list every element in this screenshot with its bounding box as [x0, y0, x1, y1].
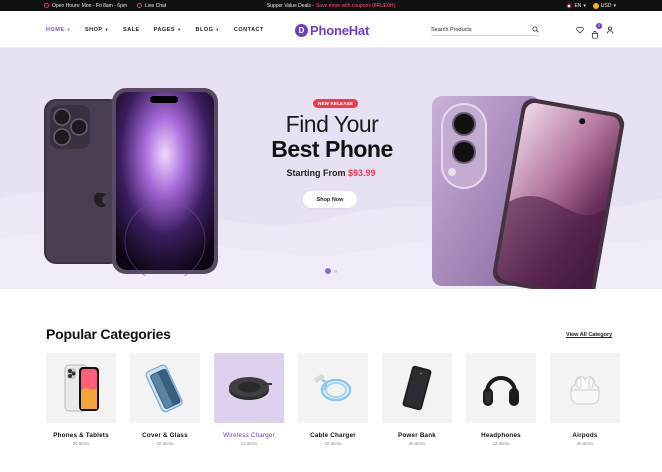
- category-card-headphones[interactable]: Headphones 13 Items: [466, 353, 536, 446]
- top-bar-right: EN ▾ USD ▾: [566, 0, 616, 11]
- category-thumb: [130, 353, 200, 423]
- nav-item-label: SHOP: [84, 26, 103, 33]
- flag-icon: [566, 2, 573, 9]
- logo-mark: D: [295, 23, 308, 37]
- category-thumb: [214, 353, 284, 423]
- category-thumb: [550, 353, 620, 423]
- slider-dot[interactable]: [334, 269, 337, 273]
- category-card-airpods[interactable]: Airpods 25 Items: [550, 353, 620, 446]
- category-count: 13 Items: [492, 441, 510, 446]
- cable-icon: [314, 374, 352, 402]
- power-bank-icon: [402, 365, 432, 411]
- category-card-cable-charger[interactable]: Cable Charger 25 Items: [298, 353, 368, 446]
- category-thumb: [298, 353, 368, 423]
- hero-title-line1: Find Your: [285, 111, 379, 137]
- cart-icon: [591, 31, 599, 39]
- cart-count-badge: 2: [596, 23, 602, 29]
- category-card-power-bank[interactable]: Power Bank 25 Items: [382, 353, 452, 446]
- category-card-phones[interactable]: Phones & Tablets 30 Items: [46, 353, 116, 446]
- search-bar: [431, 24, 539, 36]
- starting-label: Starting From: [286, 168, 348, 178]
- category-name: Wireless Charger: [223, 432, 275, 439]
- promo-coupon-link[interactable]: Save more with coupons (8RUE0H): [316, 3, 395, 9]
- glass-cover-icon: [145, 364, 183, 413]
- chevron-down-icon: ▼: [66, 27, 71, 32]
- category-name: Phones & Tablets: [53, 432, 109, 439]
- logo-text: PhoneHat: [310, 22, 370, 38]
- nav-item-contact[interactable]: CONTACT: [234, 27, 264, 33]
- category-list: Phones & Tablets 30 Items Cover & Glass …: [46, 353, 620, 446]
- headphones-icon: [483, 376, 519, 406]
- slider-dots: [325, 268, 337, 274]
- chevron-down-icon: ▼: [177, 27, 182, 32]
- language-selector[interactable]: EN ▾: [566, 2, 586, 9]
- nav-item-home[interactable]: HOME ▼: [46, 27, 71, 33]
- currency-label: USD: [600, 2, 612, 9]
- search-icon[interactable]: [532, 26, 539, 33]
- nav-menu: HOME ▼ SHOP ▼ SALE PAGES ▼ BLOG ▼ CONTACT: [46, 11, 264, 48]
- currency-selector[interactable]: USD ▾: [592, 2, 616, 9]
- search-input[interactable]: [431, 26, 521, 33]
- phone-icon: [64, 364, 99, 412]
- category-count: 25 Items: [408, 441, 426, 446]
- chevron-down-icon: ▾: [583, 2, 586, 9]
- nav-item-blog[interactable]: BLOG ▼: [196, 27, 220, 33]
- coin-icon: [592, 2, 599, 9]
- category-count: 25 Items: [324, 441, 342, 446]
- category-card-cover-glass[interactable]: Cover & Glass 25 Items: [130, 353, 200, 446]
- cart-button[interactable]: 2: [591, 23, 602, 39]
- nav-item-label: SALE: [123, 26, 140, 33]
- category-thumb: [466, 353, 536, 423]
- oppo-phone-image: [432, 96, 625, 289]
- category-name: Cover & Glass: [142, 432, 188, 439]
- starting-price-value: $93.99: [347, 168, 376, 178]
- airpods-icon: [570, 376, 600, 405]
- category-name: Cable Charger: [310, 432, 356, 439]
- top-bar: Open Hours: Mon - Fri 8am - 6pm Live Cha…: [0, 0, 662, 11]
- hero-title-line2: Best Phone: [271, 136, 393, 162]
- category-thumb: [382, 353, 452, 423]
- site-logo[interactable]: D PhoneHat: [295, 21, 369, 39]
- chevron-down-icon: ▼: [104, 27, 110, 32]
- chevron-down-icon: ▼: [215, 27, 220, 32]
- nav-item-label: CONTACT: [233, 26, 264, 33]
- category-thumb: [46, 353, 116, 423]
- category-name: Headphones: [481, 432, 521, 439]
- user-icon[interactable]: [606, 26, 614, 34]
- category-count: 25 Items: [156, 441, 174, 446]
- iphone-front-image: [112, 88, 218, 276]
- category-count: 25 Items: [576, 441, 594, 446]
- hero-banner: NEW RELEASE Find Your Best Phone Startin…: [0, 48, 662, 289]
- nav-item-pages[interactable]: PAGES ▼: [154, 27, 182, 33]
- category-count: 13 Items: [240, 441, 258, 446]
- hero-starting-price: Starting From $93.99: [260, 168, 402, 178]
- nav-item-shop[interactable]: SHOP ▼: [85, 27, 109, 33]
- nav-item-label: HOME: [46, 26, 65, 33]
- section-title: Popular Categories: [46, 326, 171, 342]
- heart-icon[interactable]: [576, 26, 584, 34]
- slider-dot-active[interactable]: [325, 268, 331, 274]
- promo-banner: Supper Value Deals - Save more with coup…: [0, 0, 662, 11]
- promo-text: Supper Value Deals -: [266, 2, 314, 9]
- shop-now-button[interactable]: Shop Now: [303, 191, 357, 208]
- wireless-charger-icon: [229, 377, 272, 400]
- nav-item-label: PAGES: [153, 26, 176, 33]
- nav-item-label: BLOG: [195, 26, 214, 33]
- language-label: EN: [574, 2, 582, 9]
- view-all-category-link[interactable]: View All Category: [566, 332, 612, 338]
- chevron-down-icon: ▾: [613, 2, 616, 9]
- nav-icons: 2: [576, 23, 614, 39]
- category-name: Power Bank: [397, 432, 437, 439]
- new-release-badge: NEW RELEASE: [313, 99, 359, 108]
- category-count: 30 Items: [72, 441, 90, 446]
- nav-item-sale[interactable]: SALE: [123, 27, 140, 33]
- category-card-wireless-charger[interactable]: Wireless Charger 13 Items: [214, 353, 284, 446]
- category-name: Airpods: [572, 432, 598, 439]
- main-nav: HOME ▼ SHOP ▼ SALE PAGES ▼ BLOG ▼ CONTACT D …: [0, 11, 662, 48]
